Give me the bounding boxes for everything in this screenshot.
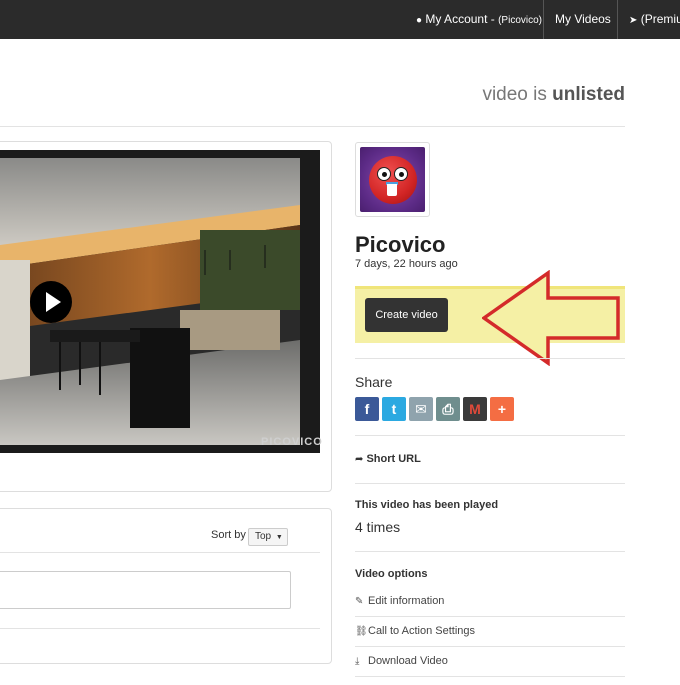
- share-label: Share: [355, 374, 393, 390]
- cup-icon: [387, 184, 397, 196]
- option-divider: [355, 676, 625, 677]
- header-divider: [0, 126, 625, 127]
- mascot-eye: [377, 167, 391, 181]
- section-divider: [355, 435, 625, 436]
- gmail-icon[interactable]: M: [463, 397, 487, 421]
- comment-input[interactable]: [0, 571, 291, 609]
- option-divider: [355, 616, 625, 617]
- plays-label: This video has been played: [355, 499, 499, 511]
- rocket-icon: ➤: [629, 15, 638, 26]
- pencil-icon: ✎: [355, 596, 364, 607]
- my-account-label: My Account -: [425, 12, 499, 26]
- download-video-label: Download Video: [368, 655, 448, 667]
- download-video-link[interactable]: ⤓ Download Video: [355, 655, 448, 667]
- video-options-label: Video options: [355, 568, 428, 580]
- edit-information-link[interactable]: ✎ Edit information: [355, 595, 444, 607]
- email-icon[interactable]: ✉: [409, 397, 433, 421]
- nav-divider: [617, 0, 618, 39]
- call-to-action-link[interactable]: ⛓Call to Action Settings: [355, 625, 475, 637]
- user-icon: ●: [416, 15, 423, 26]
- section-divider: [355, 483, 625, 484]
- play-button[interactable]: [30, 281, 72, 323]
- sort-by-label: Sort by: [211, 529, 246, 541]
- my-videos-link[interactable]: My Videos: [555, 0, 611, 39]
- chevron-down-icon: ▼: [275, 534, 283, 541]
- sort-select-value: Top: [255, 531, 272, 542]
- plays-count: 4 times: [355, 519, 401, 535]
- comments-divider: [0, 628, 320, 629]
- download-icon: ⤓: [355, 656, 360, 667]
- profile-time: 7 days, 22 hours ago: [355, 258, 458, 270]
- avatar-image: [360, 147, 425, 212]
- more-icon[interactable]: +: [490, 397, 514, 421]
- print-icon[interactable]: ⎙: [436, 397, 460, 421]
- picovico-watermark: PICOVICO: [261, 436, 323, 448]
- share-arrow-icon: ➦: [355, 454, 364, 465]
- video-visibility-status: video is unlisted: [482, 84, 625, 106]
- annotation-arrow-icon: [482, 270, 620, 366]
- link-icon: ⛓: [355, 626, 368, 637]
- my-account-menu[interactable]: ● My Account - (Picovico): [416, 0, 542, 39]
- premium-label: (Premiu: [640, 12, 680, 26]
- twitter-icon[interactable]: t: [382, 397, 406, 421]
- call-to-action-label: Call to Action Settings: [368, 625, 476, 637]
- account-username: (Picovico): [498, 15, 542, 26]
- top-navigation-bar: ● My Account - (Picovico) My Videos ➤ (P…: [0, 0, 680, 39]
- profile-name[interactable]: Picovico: [355, 232, 445, 258]
- visibility-value: unlisted: [552, 84, 625, 105]
- option-divider: [355, 646, 625, 647]
- sort-select[interactable]: Top ▼: [248, 528, 288, 546]
- create-video-button[interactable]: Create video: [365, 298, 448, 332]
- visibility-prefix: video is: [482, 84, 553, 105]
- short-url-link[interactable]: ➦ Short URL: [355, 453, 421, 465]
- premium-link[interactable]: ➤ (Premiu: [629, 0, 680, 39]
- facebook-icon[interactable]: f: [355, 397, 379, 421]
- section-divider: [355, 551, 625, 552]
- comments-divider: [0, 552, 320, 553]
- edit-information-label: Edit information: [368, 595, 445, 607]
- section-divider: [355, 358, 625, 359]
- mascot-eye: [394, 167, 408, 181]
- short-url-label: Short URL: [366, 453, 421, 465]
- avatar[interactable]: [355, 142, 430, 217]
- mascot-icon: [369, 156, 417, 204]
- nav-divider: [543, 0, 544, 39]
